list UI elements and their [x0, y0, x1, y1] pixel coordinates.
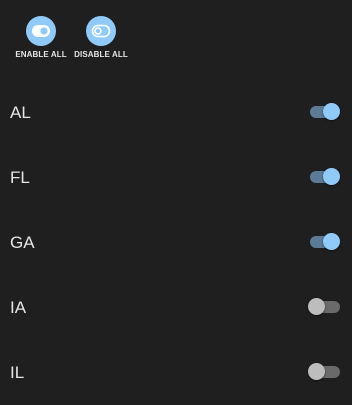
state-toggle-fl[interactable] [310, 168, 340, 186]
state-row-il: IL [0, 340, 352, 405]
bulk-actions-bar: ENABLE ALL DISABLE ALL [0, 0, 352, 72]
state-toggle-ia[interactable] [308, 298, 340, 316]
toggle-off-icon [86, 16, 116, 46]
toggle-thumb [323, 103, 340, 120]
state-toggle-ga[interactable] [310, 233, 340, 251]
state-label: AL [10, 103, 31, 122]
state-row-fl: FL [0, 145, 352, 210]
toggle-thumb [308, 298, 325, 315]
enable-all-label: ENABLE ALL [15, 50, 67, 59]
state-label: IA [10, 298, 27, 317]
state-label: FL [10, 168, 30, 187]
toggle-thumb [308, 363, 325, 380]
toggle-thumb [323, 233, 340, 250]
toggle-thumb [323, 168, 340, 185]
toggle-on-icon [26, 16, 56, 46]
state-row-ga: GA [0, 210, 352, 275]
disable-all-button[interactable]: DISABLE ALL [68, 16, 134, 66]
state-toggle-list: AL FL GA IA IL [0, 80, 352, 405]
state-label: GA [10, 233, 35, 252]
state-row-al: AL [0, 80, 352, 145]
enable-all-button[interactable]: ENABLE ALL [8, 16, 74, 66]
state-label: IL [10, 363, 25, 382]
state-toggle-al[interactable] [310, 103, 340, 121]
disable-all-label: DISABLE ALL [74, 50, 128, 59]
state-row-ia: IA [0, 275, 352, 340]
state-toggle-il[interactable] [308, 363, 340, 381]
